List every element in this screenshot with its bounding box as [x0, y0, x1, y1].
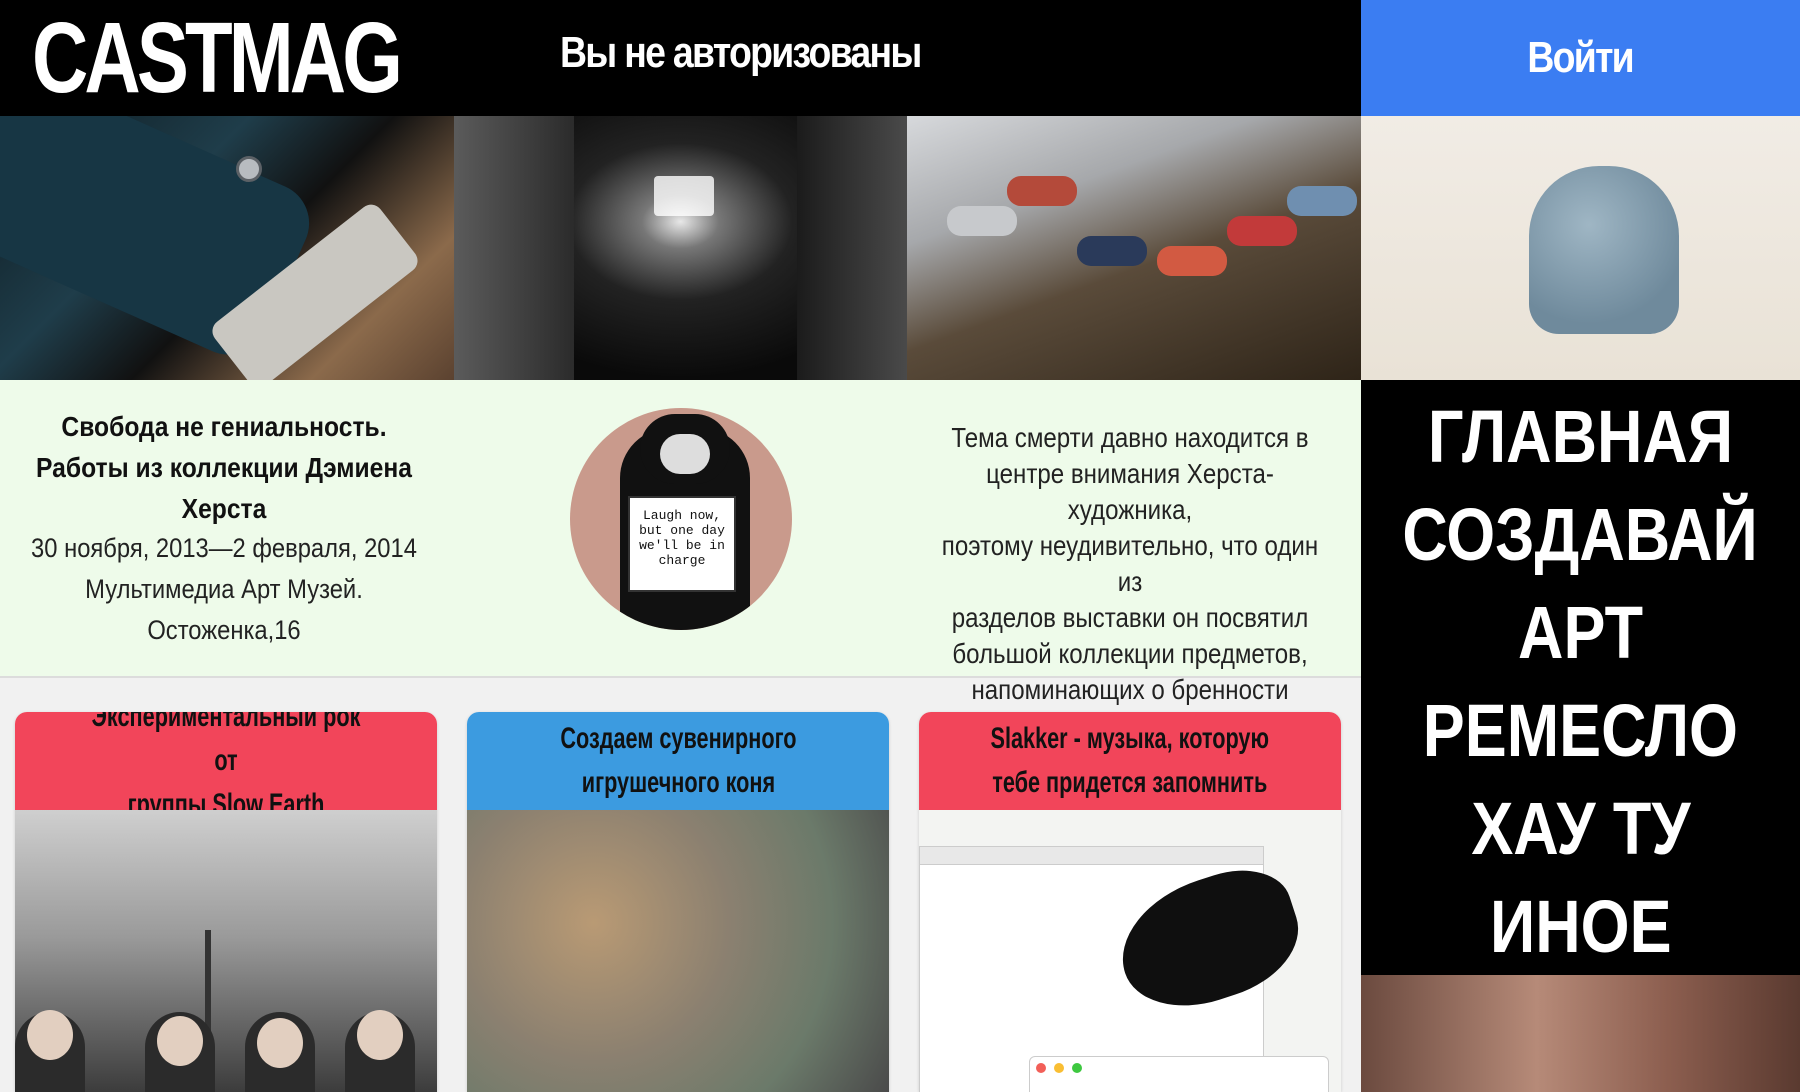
event-image: Laugh now, but one day we'll be in charg…	[570, 408, 792, 630]
article-card-image	[919, 810, 1341, 1092]
alley-right-wall	[797, 116, 907, 380]
menu-item-label: ХАУ ТУ	[1470, 787, 1691, 870]
band-member-head	[27, 1010, 73, 1060]
description-line: Тема смерти давно находится в	[951, 422, 1309, 453]
menu-item-label: АРТ	[1518, 591, 1643, 674]
screenshot-window	[1029, 1056, 1329, 1092]
window-minimize-dot	[1054, 1063, 1064, 1073]
window-close-dot	[1036, 1063, 1046, 1073]
menu-item-home[interactable]: ГЛАВНАЯ	[1361, 388, 1800, 486]
event-description: Тема смерти давно находится в центре вни…	[900, 420, 1360, 744]
card-title-line: Экспериментальный рок от	[91, 712, 361, 777]
menu-item-label: РЕМЕСЛО	[1422, 689, 1739, 772]
window-titlebar	[920, 847, 1263, 865]
event-title-line: Работы из коллекции Дэмиена	[36, 452, 412, 483]
band-member-head	[257, 1018, 303, 1068]
login-button-label: Войти	[1527, 33, 1635, 82]
card-title-line: Slakker - музыка, которую	[990, 722, 1270, 755]
bowtie-shape	[1157, 246, 1227, 276]
card-title-line: Создаем сувенирного	[559, 722, 797, 755]
menu-item-label: СОЗДАВАЙ	[1402, 493, 1759, 576]
photo-felt[interactable]	[1361, 116, 1800, 380]
event-dates: 30 ноября, 2013—2 февраля, 2014	[31, 533, 417, 563]
site-logo[interactable]: CASTMAG	[32, 4, 403, 112]
bowtie-shape	[947, 206, 1017, 236]
article-card[interactable]: Экспериментальный рок от группы Slow Ear…	[15, 712, 437, 1092]
card-title-line: тебе придется запомнить	[992, 766, 1268, 799]
bowtie-shape	[1227, 216, 1297, 246]
event-title-line: Херста	[181, 493, 267, 524]
bowtie-shape	[1287, 186, 1357, 216]
alley-left-wall	[454, 116, 574, 380]
featured-event[interactable]: Свобода не гениальность. Работы из колле…	[0, 380, 1361, 741]
article-card[interactable]: Создаем сувенирного игрушечного коня	[467, 712, 889, 1092]
article-card-title: Slakker - музыка, которую тебе придется …	[919, 712, 1341, 810]
monkey-sign: Laugh now, but one day we'll be in charg…	[628, 496, 736, 592]
article-card-image	[467, 810, 889, 1092]
description-line: большой коллекции предметов,	[952, 638, 1308, 669]
menu-item-other[interactable]: ИНОЕ	[1361, 878, 1800, 976]
felt-object	[1529, 166, 1679, 334]
alley-light	[654, 176, 714, 216]
menu-item-craft[interactable]: РЕМЕСЛО	[1361, 682, 1800, 780]
photo-wallet[interactable]	[0, 116, 454, 380]
menu-item-label: ИНОЕ	[1489, 885, 1672, 968]
article-card-title: Экспериментальный рок от группы Slow Ear…	[15, 712, 437, 821]
band-member-head	[357, 1010, 403, 1060]
band-member-head	[157, 1016, 203, 1066]
event-title: Свобода не гениальность. Работы из колле…	[0, 406, 448, 529]
card-title-line: игрушечного коня	[581, 766, 775, 799]
bowtie-shape	[1007, 176, 1077, 206]
login-button[interactable]: Войти	[1361, 0, 1800, 116]
menu-item-label: ГЛАВНАЯ	[1427, 395, 1734, 478]
site-header: CASTMAG Вы не авторизованы	[0, 0, 1361, 116]
window-zoom-dot	[1072, 1063, 1082, 1073]
event-venue: Мультимедиа Арт Музей.	[85, 574, 363, 604]
menu-item-howto[interactable]: ХАУ ТУ	[1361, 780, 1800, 878]
bowtie-shape	[1077, 236, 1147, 266]
description-line: центре внимания Херста-художника,	[986, 458, 1274, 525]
event-address: Остоженка,16	[147, 615, 301, 645]
sidebar-photo[interactable]	[1361, 975, 1800, 1092]
wallet-snap-shape	[236, 156, 262, 182]
photo-bowties[interactable]	[907, 116, 1361, 380]
description-line: поэтому неудивительно, что один из	[941, 530, 1319, 597]
event-meta: 30 ноября, 2013—2 февраля, 2014 Мультиме…	[0, 528, 448, 651]
menu-item-create[interactable]: СОЗДАВАЙ	[1361, 486, 1800, 584]
menu-item-art[interactable]: АРТ	[1361, 584, 1800, 682]
article-card[interactable]: Slakker - музыка, которую тебе придется …	[919, 712, 1341, 1092]
auth-status: Вы не авторизованы	[560, 28, 922, 77]
event-title-line: Свобода не гениальность.	[61, 411, 387, 442]
photo-alley[interactable]	[454, 116, 907, 380]
article-card-image	[15, 810, 437, 1092]
monkey-face	[660, 434, 710, 474]
article-card-title: Создаем сувенирного игрушечного коня	[467, 712, 889, 810]
main-menu: ГЛАВНАЯ СОЗДАВАЙ АРТ РЕМЕСЛО ХАУ ТУ ИНОЕ	[1361, 380, 1800, 975]
description-line: разделов выставки он посвятил	[951, 602, 1309, 633]
